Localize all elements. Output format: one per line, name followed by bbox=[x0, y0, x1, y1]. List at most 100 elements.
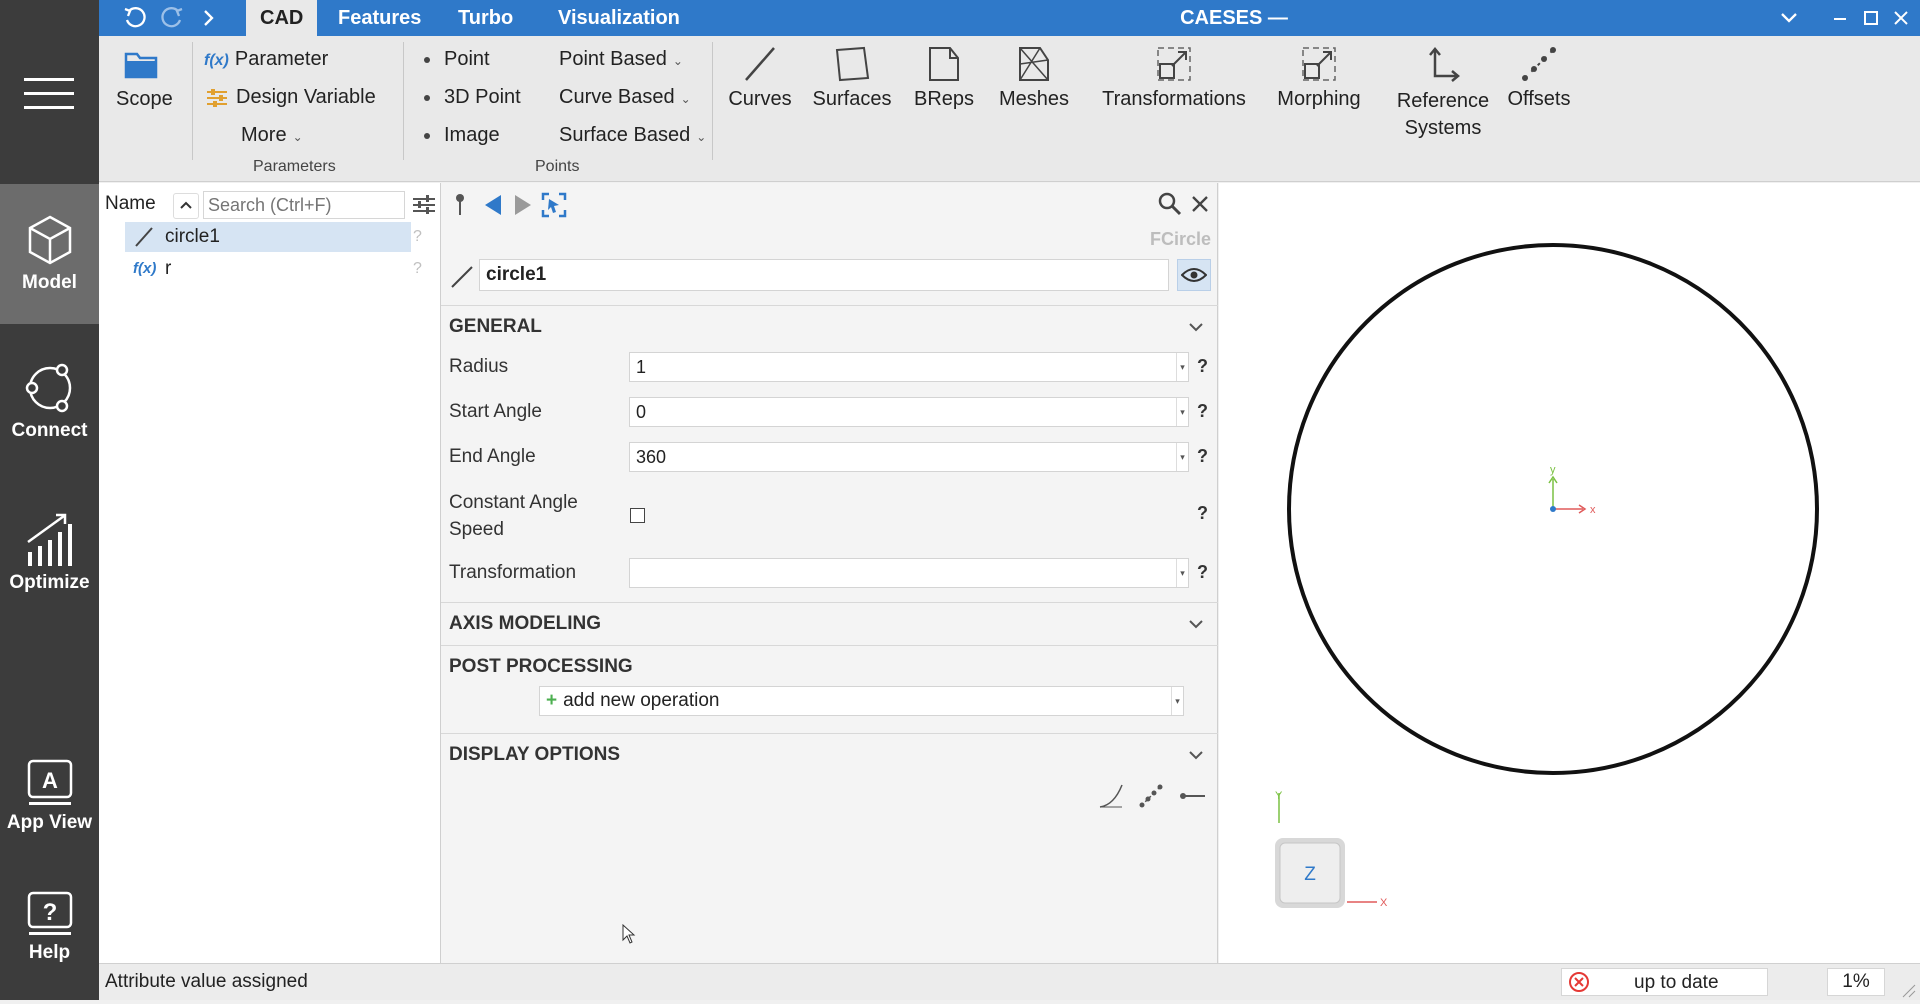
end-angle-label: End Angle bbox=[449, 446, 536, 467]
sidebar-item-optimize[interactable]: Optimize bbox=[0, 512, 99, 602]
hamburger-menu-icon[interactable] bbox=[24, 76, 74, 110]
transformation-input[interactable]: ▾ bbox=[629, 558, 1189, 588]
surface-based-label: Surface Based bbox=[559, 124, 691, 146]
tab-features[interactable]: Features bbox=[324, 0, 435, 36]
start-angle-value: 0 bbox=[636, 402, 647, 422]
chevron-down-icon[interactable] bbox=[1188, 603, 1204, 645]
curve-based-dropdown[interactable]: Curve Based ⌄ bbox=[559, 86, 691, 109]
chevron-down-icon[interactable] bbox=[1188, 306, 1204, 348]
dropdown-caret-icon[interactable]: ▾ bbox=[1176, 443, 1188, 471]
end-angle-input[interactable]: 360 ▾ bbox=[629, 442, 1189, 472]
update-status-indicator[interactable]: up to date bbox=[1561, 968, 1768, 996]
points-display-icon[interactable] bbox=[1138, 783, 1164, 814]
surfaces-button[interactable]: Surfaces bbox=[807, 44, 897, 111]
scope-button[interactable]: Scope bbox=[116, 44, 173, 111]
sidebar-item-app-view[interactable]: A App View bbox=[0, 758, 99, 848]
sidebar-item-help[interactable]: ? Help bbox=[0, 890, 99, 980]
section-general[interactable]: GENERAL bbox=[441, 305, 1218, 347]
tree-item-r[interactable]: f(x) r ? bbox=[125, 254, 422, 284]
parameter-button[interactable]: f(x) Parameter bbox=[204, 48, 328, 71]
object-name-field[interactable]: circle1 bbox=[479, 259, 1169, 291]
help-icon[interactable]: ? bbox=[1197, 401, 1208, 422]
tab-turbo[interactable]: Turbo bbox=[444, 0, 527, 36]
chevron-right-icon[interactable] bbox=[195, 4, 223, 32]
point3d-button[interactable]: 3D Point bbox=[424, 86, 521, 109]
radius-input[interactable]: 1 ▾ bbox=[629, 352, 1189, 382]
filter-settings-icon[interactable] bbox=[413, 195, 435, 220]
chevron-down-icon[interactable] bbox=[1775, 4, 1803, 32]
point-based-label: Point Based bbox=[559, 48, 667, 70]
dropdown-caret-icon[interactable]: ▾ bbox=[1176, 353, 1188, 381]
add-new-operation-label: add new operation bbox=[563, 690, 720, 711]
sidebar-item-model[interactable]: Model bbox=[0, 184, 99, 324]
curvature-display-icon[interactable] bbox=[1098, 783, 1124, 814]
breps-button[interactable]: BReps bbox=[909, 44, 979, 111]
cube-icon bbox=[28, 215, 71, 265]
close-panel-icon[interactable] bbox=[1191, 195, 1209, 218]
dropdown-caret-icon[interactable]: ▾ bbox=[1171, 687, 1183, 715]
add-new-operation-dropdown[interactable]: + add new operation ▾ bbox=[539, 686, 1184, 716]
section-axis-modeling[interactable]: AXIS MODELING bbox=[441, 602, 1218, 644]
radius-label: Radius bbox=[449, 356, 509, 377]
forward-arrow-icon[interactable] bbox=[513, 193, 533, 222]
search-input[interactable] bbox=[203, 191, 405, 219]
svg-text:?: ? bbox=[42, 899, 57, 926]
help-icon[interactable]: ? bbox=[413, 254, 429, 284]
section-post-processing[interactable]: POST PROCESSING bbox=[441, 645, 1218, 687]
reference-systems-label-line2: Systems bbox=[1404, 117, 1482, 139]
tab-cad[interactable]: CAD bbox=[246, 0, 318, 36]
search-icon[interactable] bbox=[1157, 191, 1183, 222]
help-icon[interactable]: ? bbox=[1197, 503, 1208, 524]
offsets-button[interactable]: Offsets bbox=[1494, 44, 1584, 111]
help-icon[interactable]: ? bbox=[1197, 446, 1208, 467]
viewport-canvas[interactable]: x y Z Y X bbox=[1219, 183, 1920, 963]
start-angle-input[interactable]: 0 ▾ bbox=[629, 397, 1189, 427]
error-circle-icon bbox=[1569, 972, 1589, 992]
point-based-dropdown[interactable]: Point Based ⌄ bbox=[559, 48, 683, 71]
minimize-icon[interactable] bbox=[1826, 4, 1854, 32]
undo-icon[interactable] bbox=[121, 4, 149, 32]
dropdown-caret-icon[interactable]: ▾ bbox=[1176, 559, 1188, 587]
section-display-options[interactable]: DISPLAY OPTIONS bbox=[441, 733, 1218, 775]
chevron-down-icon[interactable] bbox=[1188, 734, 1204, 776]
image-label: Image bbox=[444, 124, 500, 146]
design-variable-button[interactable]: Design Variable bbox=[206, 86, 376, 109]
point-label: Point bbox=[444, 48, 490, 70]
help-icon[interactable]: ? bbox=[413, 222, 429, 252]
chart-icon bbox=[26, 513, 72, 566]
point-button[interactable]: Point bbox=[424, 48, 490, 71]
status-bar: Attribute value assigned up to date 1% bbox=[99, 963, 1920, 1000]
morphing-button[interactable]: Morphing bbox=[1264, 44, 1374, 111]
dropdown-caret-icon: ⌄ bbox=[292, 130, 303, 144]
object-type-label: FCircle bbox=[1149, 229, 1211, 249]
constant-angle-speed-line2: Speed bbox=[449, 519, 504, 540]
curves-button[interactable]: Curves bbox=[725, 44, 795, 111]
origin-y-label: y bbox=[1550, 464, 1556, 476]
reference-systems-button[interactable]: Reference Systems bbox=[1378, 44, 1508, 142]
constant-angle-speed-checkbox[interactable] bbox=[630, 508, 645, 523]
help-icon[interactable]: ? bbox=[1197, 562, 1208, 583]
back-arrow-icon[interactable] bbox=[483, 193, 503, 222]
dropdown-caret-icon[interactable]: ▾ bbox=[1176, 398, 1188, 426]
transformations-button[interactable]: Transformations bbox=[1089, 44, 1259, 111]
maximize-icon[interactable] bbox=[1857, 4, 1885, 32]
folder-icon bbox=[124, 52, 158, 79]
tab-visualization[interactable]: Visualization bbox=[544, 0, 694, 36]
help-icon[interactable]: ? bbox=[1197, 356, 1208, 377]
meshes-button[interactable]: Meshes bbox=[994, 44, 1074, 111]
tree-item-circle1[interactable]: circle1 ? bbox=[125, 222, 422, 252]
3d-viewport[interactable]: x y Z Y X bbox=[1219, 183, 1920, 963]
line-display-icon[interactable] bbox=[1178, 783, 1206, 814]
close-icon[interactable] bbox=[1887, 4, 1915, 32]
image-button[interactable]: Image bbox=[424, 124, 500, 147]
sidebar-item-connect[interactable]: Connect bbox=[0, 362, 99, 452]
sort-ascending-icon[interactable] bbox=[173, 193, 199, 219]
select-target-icon[interactable] bbox=[541, 192, 567, 223]
name-column-header[interactable]: Name bbox=[105, 193, 156, 215]
more-dropdown[interactable]: More ⌄ bbox=[241, 124, 303, 147]
surface-based-dropdown[interactable]: Surface Based ⌄ bbox=[559, 124, 706, 147]
resize-grip-icon[interactable] bbox=[1902, 982, 1916, 1004]
visibility-eye-icon[interactable] bbox=[1177, 259, 1211, 291]
pin-icon[interactable] bbox=[453, 193, 467, 222]
redo-icon[interactable] bbox=[158, 4, 186, 32]
